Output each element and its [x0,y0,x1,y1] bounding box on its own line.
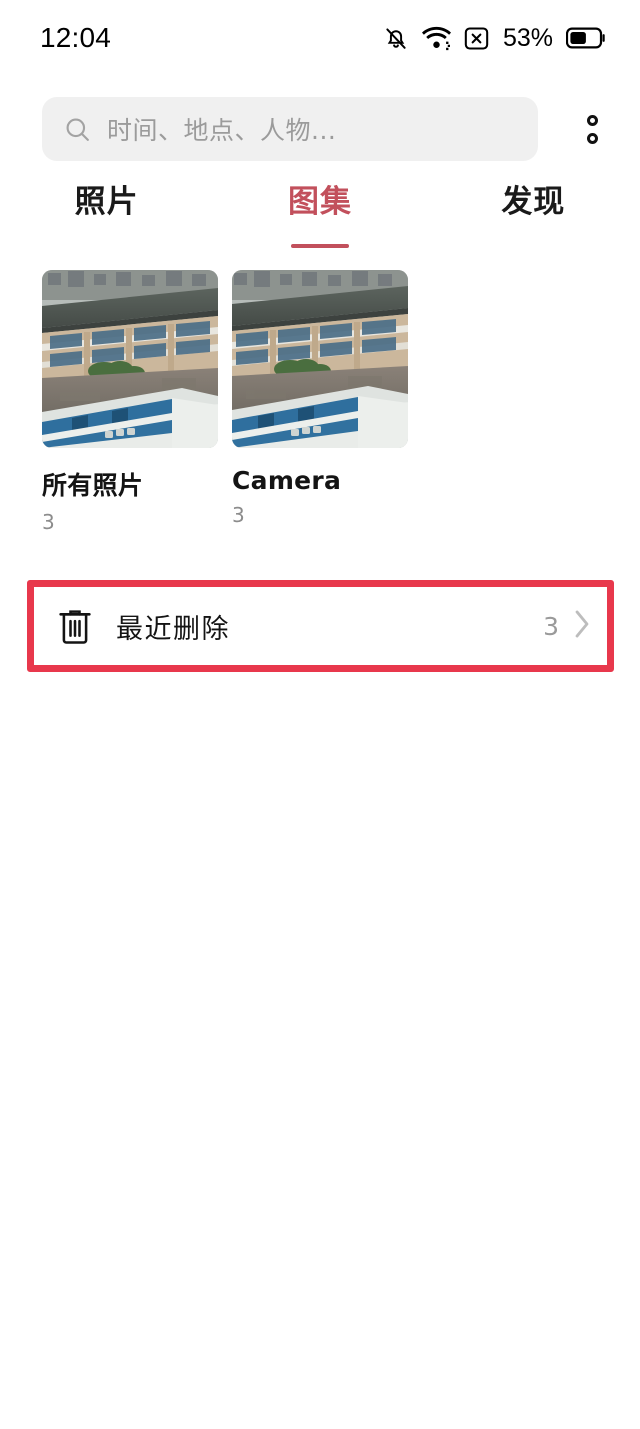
tab-label: 发现 [501,180,565,224]
photos-app-screen: 12:04 [0,0,640,1429]
album-cover-image [232,270,408,448]
album-count: 3 [42,510,218,534]
overflow-dot [587,115,598,126]
chevron-right-icon [571,607,593,646]
album-thumbnail[interactable] [232,270,408,448]
search-bar[interactable]: 时间、地点、人物... [42,97,538,161]
album-cover-image [42,270,218,448]
tab-albums[interactable]: 图集 [213,180,426,256]
album-card[interactable]: 所有照片 3 [42,270,218,534]
wifi-icon [422,25,451,52]
recently-deleted-label: 最近删除 [116,607,230,646]
tab-photos[interactable]: 照片 [0,180,213,256]
tab-bar: 照片 图集 发现 [0,180,640,256]
status-bar-icons: 53% [383,24,606,53]
search-icon [64,116,91,143]
battery-percent-label: 53% [503,24,553,53]
trash-icon [34,606,116,646]
album-grid: 所有照片 3 [42,270,602,534]
overflow-menu-icon[interactable] [579,111,605,147]
album-title: Camera [232,466,408,495]
album-thumbnail[interactable] [42,270,218,448]
battery-icon [566,27,606,49]
search-row: 时间、地点、人物... [0,97,640,161]
status-bar: 12:04 [0,0,640,76]
tab-active-indicator [291,244,349,248]
overflow-dot [587,133,598,144]
album-count: 3 [232,503,408,527]
recently-deleted-row[interactable]: 最近删除 3 [34,587,607,665]
bell-mute-icon [383,25,409,52]
sim-x-icon [464,26,489,51]
status-bar-clock: 12:04 [40,22,111,54]
tab-discover[interactable]: 发现 [427,180,640,256]
recently-deleted-meta: 3 [543,607,607,646]
tab-label: 图集 [288,180,352,224]
search-input[interactable]: 时间、地点、人物... [107,111,336,147]
album-title: 所有照片 [42,466,218,502]
recently-deleted-count: 3 [543,612,559,641]
tab-label: 照片 [75,180,139,224]
album-card[interactable]: Camera 3 [232,270,408,534]
